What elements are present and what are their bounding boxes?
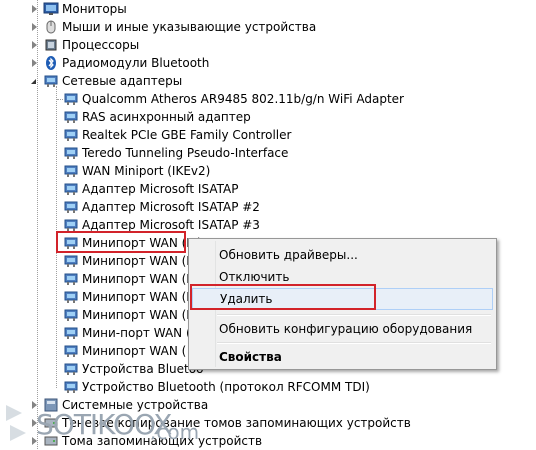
adapter-label: RAS асинхронный адаптер — [82, 110, 251, 124]
adapter-item[interactable]: RAS асинхронный адаптер — [0, 108, 536, 126]
adapter-label: Realtek PCIe GBE Family Controller — [82, 128, 292, 142]
network-adapter-icon — [64, 129, 78, 141]
menu-separator — [217, 314, 491, 316]
uninstall-highlight — [190, 284, 376, 310]
network-adapter-icon — [64, 111, 78, 123]
tree-item-label: Сетевые адаптеры — [62, 74, 183, 88]
adapter-label: Teredo Tunneling Pseudo-Interface — [82, 146, 289, 160]
expand-arrow-icon[interactable] — [32, 5, 37, 13]
adapter-item[interactable]: Realtek PCIe GBE Family Controller — [0, 126, 536, 144]
tree-item-monitors[interactable]: Мониторы — [0, 0, 536, 18]
network-adapter-icon — [64, 255, 78, 267]
adapter-item[interactable]: Teredo Tunneling Pseudo-Interface — [0, 144, 536, 162]
menu-item-properties[interactable]: Свойства — [192, 346, 493, 368]
expand-arrow-icon[interactable] — [32, 23, 37, 31]
selected-item-highlight — [56, 231, 186, 253]
adapter-label: Адаптер Microsoft ISATAP — [82, 182, 239, 196]
adapter-label: WAN Miniport (IKEv2) — [82, 164, 211, 178]
network-adapter-icon — [64, 327, 78, 339]
network-adapter-icon — [64, 93, 78, 105]
adapter-item[interactable]: Адаптер Microsoft ISATAP — [0, 180, 536, 198]
tree-item-bluetooth-radios[interactable]: Радиомодули Bluetooth — [0, 54, 536, 72]
network-adapter-icon — [64, 273, 78, 285]
tree-item-mice[interactable]: Мыши и иные указывающие устройства — [0, 18, 536, 36]
tree-item-network-adapters[interactable]: Сетевые адаптеры — [0, 72, 536, 90]
menu-item-label: Обновить конфигурацию оборудования — [219, 322, 473, 336]
adapter-label: Минипорт WAN (L — [82, 272, 193, 286]
network-adapter-icon — [64, 291, 78, 303]
network-adapter-icon — [64, 183, 78, 195]
menu-item-update-drivers[interactable]: Обновить драйверы... — [192, 244, 493, 266]
network-adapter-icon — [44, 75, 58, 87]
menu-item-label: Обновить драйверы... — [219, 248, 358, 262]
menu-item-scan-hardware[interactable]: Обновить конфигурацию оборудования — [192, 318, 493, 340]
tree-item-label: Мониторы — [62, 2, 127, 16]
watermark-suffix: .com — [150, 420, 200, 444]
adapter-item[interactable]: Qualcomm Atheros AR9485 802.11b/g/n WiFi… — [0, 90, 536, 108]
expand-arrow-icon[interactable] — [32, 41, 37, 49]
bluetooth-icon — [46, 56, 56, 70]
adapter-label: Адаптер Microsoft ISATAP #2 — [82, 200, 260, 214]
adapter-label: Минипорт WAN (P — [82, 308, 194, 322]
menu-item-label: Отключить — [219, 270, 290, 284]
tree-item-processors[interactable]: Процессоры — [0, 36, 536, 54]
adapter-label: Минипорт WAN (I — [82, 254, 190, 268]
network-adapter-icon — [64, 147, 78, 159]
adapter-label: Минипорт WAN (P — [82, 290, 194, 304]
network-adapter-icon — [64, 309, 78, 321]
device-tree: Мониторы Мыши и иные указывающие устройс… — [0, 0, 536, 449]
menu-separator — [217, 342, 491, 344]
collapse-arrow-icon[interactable] — [31, 79, 36, 84]
menu-item-label: Свойства — [219, 350, 282, 364]
adapter-label: Устройства Bluetoo — [82, 362, 204, 376]
adapter-label: Минипорт WAN ( — [82, 344, 187, 358]
network-adapter-icon — [64, 345, 78, 357]
tree-item-label: Радиомодули Bluetooth — [62, 56, 210, 70]
tree-item-label: Процессоры — [62, 38, 140, 52]
tree-item-label: Мыши и иные указывающие устройства — [62, 20, 317, 34]
network-adapter-icon — [64, 201, 78, 213]
adapter-label: Мини-порт WAN ( — [82, 326, 191, 340]
network-adapter-icon — [64, 165, 78, 177]
monitor-icon — [43, 2, 59, 15]
adapter-item[interactable]: Адаптер Microsoft ISATAP #2 — [0, 198, 536, 216]
adapter-item[interactable]: WAN Miniport (IKEv2) — [0, 162, 536, 180]
expand-arrow-icon[interactable] — [32, 59, 37, 67]
network-adapter-icon — [64, 363, 78, 375]
mouse-icon — [46, 20, 56, 34]
processor-icon — [45, 39, 57, 51]
adapter-label: Qualcomm Atheros AR9485 802.11b/g/n WiFi… — [82, 92, 404, 106]
